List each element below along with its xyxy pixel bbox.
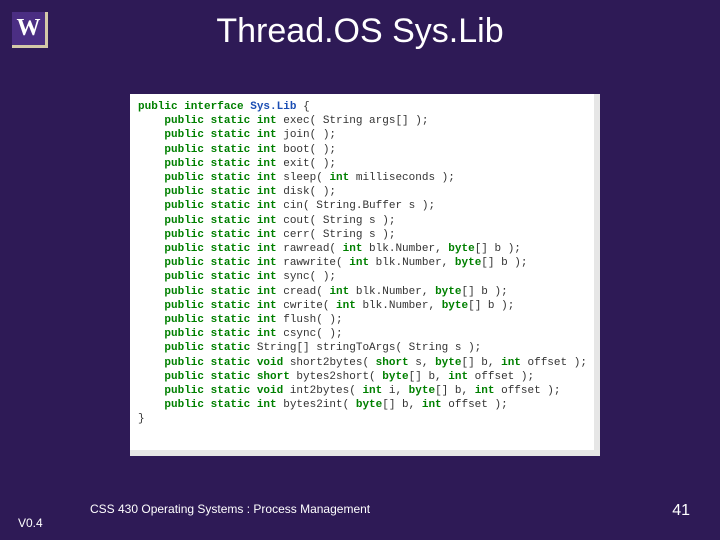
code-decl-kw: public interface bbox=[138, 101, 244, 113]
slide-title: Thread.OS Sys.Lib bbox=[0, 12, 720, 51]
code-class-name: Sys.Lib bbox=[250, 101, 296, 113]
footer-page-number: 41 bbox=[672, 502, 690, 520]
code-block: public interface Sys.Lib { public static… bbox=[130, 94, 600, 456]
code-brace-open: { bbox=[303, 101, 310, 113]
footer-version: V0.4 bbox=[18, 516, 43, 530]
footer-course: CSS 430 Operating Systems : Process Mana… bbox=[90, 502, 370, 516]
code-lines: public static int exec( String args[] );… bbox=[138, 114, 586, 412]
code-brace-close: } bbox=[138, 413, 145, 425]
